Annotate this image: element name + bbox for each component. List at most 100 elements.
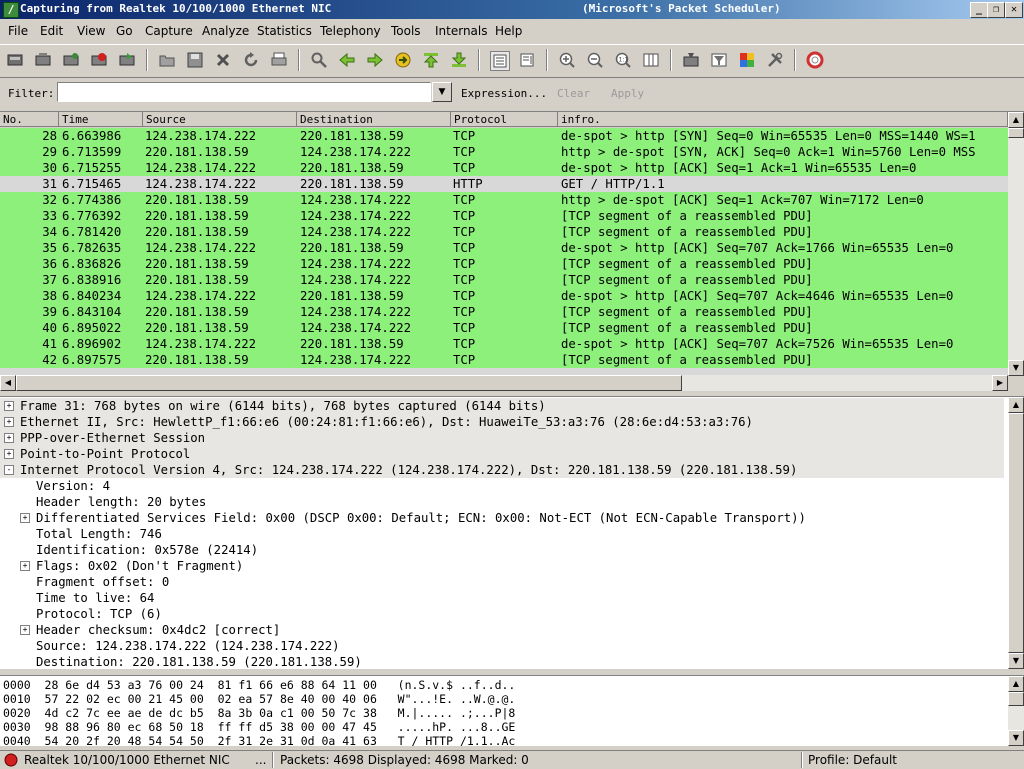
filter-input[interactable] — [57, 82, 431, 102]
go-last-packet-icon[interactable] — [450, 51, 468, 69]
tree-item[interactable]: Protocol: TCP (6) — [0, 606, 1004, 622]
table-row[interactable]: 30 6.715255 124.238.174.222 220.181.138.59 T… — [0, 160, 1008, 176]
menu-analyze[interactable]: Analyze — [202, 24, 249, 38]
capture-status-icon[interactable] — [4, 753, 18, 767]
find-packet-icon[interactable] — [310, 51, 328, 69]
interface-list-icon[interactable] — [6, 51, 24, 69]
packet-list-hscroll[interactable]: ◀ ▶ — [0, 375, 1008, 391]
menu-go[interactable]: Go — [116, 24, 133, 38]
coloring-rules-icon[interactable] — [738, 51, 756, 69]
table-row[interactable]: 35 6.782635 124.238.174.222 220.181.138.59 T… — [0, 240, 1008, 256]
go-to-packet-icon[interactable] — [394, 51, 412, 69]
column-header-time[interactable]: Time — [59, 112, 143, 127]
hex-row[interactable]: 0040 54 20 2f 20 48 54 54 50 2f 31 2e 31… — [3, 734, 515, 746]
table-row[interactable]: 39 6.843104 220.181.138.59 124.238.174.222 T… — [0, 304, 1008, 320]
hex-row[interactable]: 0000 28 6e d4 53 a3 76 00 24 81 f1 66 e6… — [3, 678, 515, 692]
menu-statistics[interactable]: Statistics — [257, 24, 312, 38]
table-row[interactable]: 29 6.713599 220.181.138.59 124.238.174.222 T… — [0, 144, 1008, 160]
resize-columns-icon[interactable] — [642, 51, 660, 69]
tree-item[interactable]: Fragment offset: 0 — [0, 574, 1004, 590]
menu-view[interactable]: View — [77, 24, 105, 38]
go-forward-icon[interactable] — [366, 51, 384, 69]
scroll-up-icon[interactable]: ▲ — [1008, 397, 1024, 413]
tree-item[interactable]: Version: 4 — [0, 478, 1004, 494]
status-ellipsis[interactable]: ... — [255, 753, 266, 767]
menu-tools[interactable]: Tools — [391, 24, 421, 38]
close-button[interactable]: ✕ — [1005, 2, 1023, 18]
tree-item[interactable]: Destination: 220.181.138.59 (220.181.138… — [0, 654, 1004, 669]
scroll-up-icon[interactable]: ▲ — [1008, 676, 1024, 692]
print-icon[interactable] — [270, 51, 288, 69]
tree-item[interactable]: Header length: 20 bytes — [0, 494, 1004, 510]
open-file-icon[interactable] — [158, 51, 176, 69]
reload-icon[interactable] — [242, 51, 260, 69]
apply-button[interactable]: Apply — [611, 87, 644, 100]
scroll-down-icon[interactable]: ▼ — [1008, 653, 1024, 669]
scroll-up-icon[interactable]: ▲ — [1008, 112, 1024, 128]
scroll-down-icon[interactable]: ▼ — [1008, 360, 1024, 376]
tree-item[interactable]: + Ethernet II, Src: HewlettP_f1:66:e6 (00… — [0, 414, 1004, 430]
tree-item[interactable]: - Internet Protocol Version 4, Src: 124.2… — [0, 462, 1004, 478]
minimize-button[interactable]: _ — [970, 2, 988, 18]
save-file-icon[interactable] — [186, 51, 204, 69]
tree-item[interactable]: Source: 124.238.174.222 (124.238.174.222… — [0, 638, 1004, 654]
menu-file[interactable]: File — [8, 24, 28, 38]
tree-item[interactable]: + PPP-over-Ethernet Session — [0, 430, 1004, 446]
tree-item[interactable]: Time to live: 64 — [0, 590, 1004, 606]
table-row[interactable]: 40 6.895022 220.181.138.59 124.238.174.222 T… — [0, 320, 1008, 336]
column-header-info[interactable]: infro. — [558, 112, 1008, 127]
table-row[interactable]: 37 6.838916 220.181.138.59 124.238.174.222 T… — [0, 272, 1008, 288]
close-file-icon[interactable] — [214, 51, 232, 69]
scroll-thumb[interactable] — [1008, 413, 1024, 653]
expand-icon[interactable]: + — [20, 513, 30, 523]
scroll-thumb[interactable] — [1008, 128, 1024, 138]
go-first-packet-icon[interactable] — [422, 51, 440, 69]
capture-filters-icon[interactable] — [682, 51, 700, 69]
tree-item[interactable]: + Differentiated Services Field: 0x00 (DS… — [0, 510, 1004, 526]
table-row[interactable]: 34 6.781420 220.181.138.59 124.238.174.222 T… — [0, 224, 1008, 240]
table-row[interactable]: 42 6.897575 220.181.138.59 124.238.174.222 T… — [0, 352, 1008, 368]
scroll-down-icon[interactable]: ▼ — [1008, 730, 1024, 746]
clear-button[interactable]: Clear — [557, 87, 590, 100]
expression-button[interactable]: Expression... — [461, 87, 547, 100]
capture-options-icon[interactable] — [34, 51, 52, 69]
normal-size-icon[interactable]: 1:1 — [614, 51, 632, 69]
filter-dropdown-button[interactable]: ▼ — [432, 82, 452, 102]
table-row[interactable]: 38 6.840234 124.238.174.222 220.181.138.59 T… — [0, 288, 1008, 304]
tree-item[interactable]: + Header checksum: 0x4dc2 [correct] — [0, 622, 1004, 638]
details-vscroll[interactable]: ▲ ▼ — [1008, 397, 1024, 669]
tree-item[interactable]: + Point-to-Point Protocol — [0, 446, 1004, 462]
column-header-source[interactable]: Source — [143, 112, 297, 127]
table-row[interactable]: 41 6.896902 124.238.174.222 220.181.138.59 T… — [0, 336, 1008, 352]
maximize-button[interactable]: ❐ — [987, 2, 1005, 18]
expand-icon[interactable]: + — [20, 625, 30, 635]
scroll-left-icon[interactable]: ◀ — [0, 375, 16, 391]
menu-internals[interactable]: Internals — [435, 24, 488, 38]
status-profile[interactable]: Profile: Default — [808, 753, 897, 767]
preferences-icon[interactable] — [766, 51, 784, 69]
display-filters-icon[interactable] — [710, 51, 728, 69]
table-row[interactable]: 28 6.663986 124.238.174.222 220.181.138.59 T… — [0, 128, 1008, 144]
menu-edit[interactable]: Edit — [40, 24, 63, 38]
scroll-right-icon[interactable]: ▶ — [992, 375, 1008, 391]
stop-capture-icon[interactable] — [90, 51, 108, 69]
auto-scroll-icon[interactable] — [518, 51, 536, 69]
expand-icon[interactable]: + — [4, 449, 14, 459]
tree-item[interactable]: + Flags: 0x02 (Don't Fragment) — [0, 558, 1004, 574]
packet-list-vscroll[interactable]: ▲ ▼ — [1008, 112, 1024, 376]
hscroll-thumb[interactable] — [16, 375, 682, 391]
tree-item[interactable]: Total Length: 746 — [0, 526, 1004, 542]
menu-capture[interactable]: Capture — [145, 24, 193, 38]
column-header-destination[interactable]: Destination — [297, 112, 451, 127]
expand-icon[interactable]: + — [4, 433, 14, 443]
bytes-vscroll[interactable]: ▲ ▼ — [1008, 676, 1024, 746]
menu-telephony[interactable]: Telephony — [320, 24, 381, 38]
expand-icon[interactable]: + — [4, 417, 14, 427]
tree-item[interactable]: Identification: 0x578e (22414) — [0, 542, 1004, 558]
expand-icon[interactable]: + — [20, 561, 30, 571]
hex-row[interactable]: 0020 4d c2 7c ee ae de dc b5 8a 3b 0a c1… — [3, 706, 515, 720]
hex-row[interactable]: 0030 98 88 96 80 ec 68 50 18 ff ff d5 38… — [3, 720, 515, 734]
table-row[interactable]: 36 6.836826 220.181.138.59 124.238.174.222 T… — [0, 256, 1008, 272]
tree-item[interactable]: + Frame 31: 768 bytes on wire (6144 bits)… — [0, 398, 1004, 414]
start-capture-icon[interactable] — [62, 51, 80, 69]
